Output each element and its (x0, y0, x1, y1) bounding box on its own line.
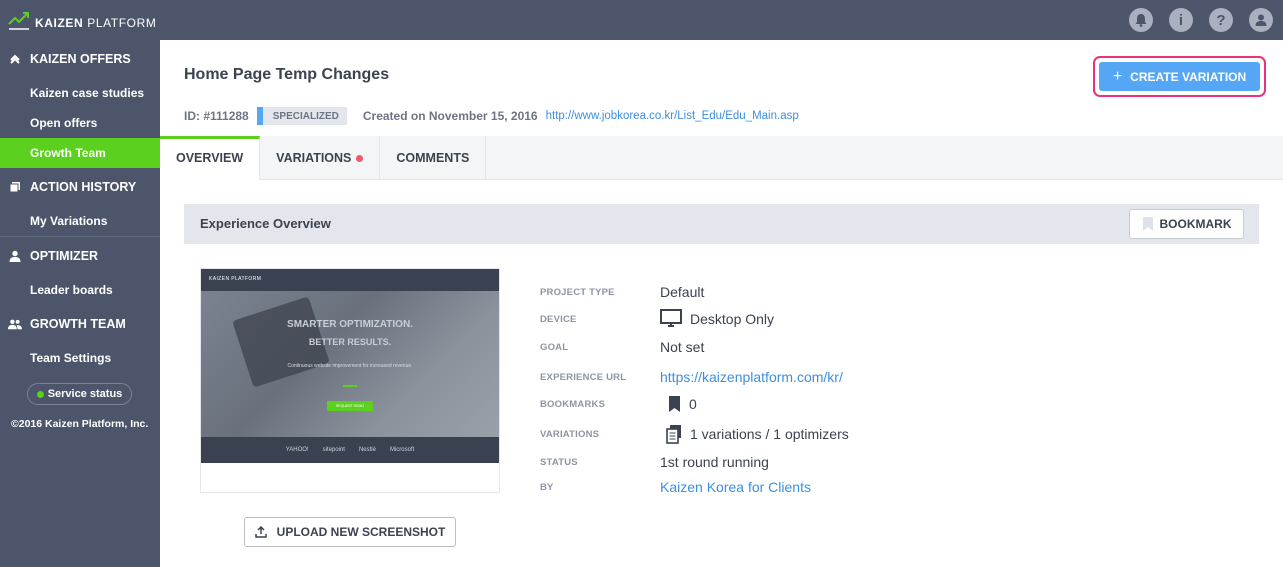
detail-bookmarks: BOOKMARKS 0 (540, 396, 697, 412)
sidebar-section-growth-team[interactable]: GROWTH TEAM (0, 305, 160, 343)
kaizen-icon (8, 53, 22, 65)
copyright-text: ©2016 Kaizen Platform, Inc. (11, 418, 149, 430)
screenshot-subline: Continuous website improvement for incre… (287, 363, 413, 369)
created-date: Created on November 15, 2016 (362, 109, 538, 123)
info-icon[interactable]: i (1169, 8, 1193, 32)
plus-icon: + (1112, 67, 1123, 85)
experience-source-link[interactable]: http://www.jobkorea.co.kr/List_Edu/Edu_M… (546, 110, 799, 122)
sidebar: KAIZEN OFFERS Kaizen case studies Open o… (0, 40, 160, 567)
screenshot-brand: KAIZEN PLATFORM (209, 276, 262, 282)
person-icon (8, 250, 22, 262)
people-icon (8, 318, 22, 330)
status-indicator-dot (36, 390, 44, 398)
detail-by: BY Kaizen Korea for Clients (540, 479, 811, 495)
bookmark-button[interactable]: BOOKMARK (1129, 209, 1244, 239)
help-icon[interactable]: ? (1209, 8, 1233, 32)
bell-icon[interactable] (1129, 8, 1153, 32)
experience-url-link[interactable]: https://kaizenplatform.com/kr/ (660, 369, 843, 385)
specialized-badge: SPECIALIZED (256, 107, 347, 125)
brand-name: KAIZEN PLATFORM (35, 16, 157, 30)
sidebar-item-kaizen-case-studies[interactable]: Kaizen case studies (0, 78, 160, 108)
experience-id: ID: #111288 (184, 109, 249, 123)
screenshot-headline-2: BETTER RESULTS. (308, 337, 392, 347)
experience-meta: ID: #111288 SPECIALIZED Created on Novem… (184, 106, 799, 126)
sidebar-section-kaizen-offers[interactable]: KAIZEN OFFERS (0, 40, 160, 78)
owner-link[interactable]: Kaizen Korea for Clients (660, 479, 811, 495)
screenshot-headline: SMARTER OPTIMIZATION. (287, 319, 413, 330)
detail-goal: GOAL Not set (540, 339, 705, 355)
sidebar-item-team-settings[interactable]: Team Settings (0, 343, 160, 373)
detail-project-type: PROJECT TYPE Default (540, 284, 705, 300)
service-status-button[interactable]: Service status (27, 383, 132, 405)
detail-status: STATUS 1st round running (540, 454, 769, 470)
sidebar-item-growth-team[interactable]: Growth Team (0, 138, 160, 168)
kaizen-logo[interactable]: KAIZEN PLATFORM (8, 12, 156, 30)
screenshot-preview[interactable]: KAIZEN PLATFORM SMARTER OPTIMIZATION. BE… (200, 268, 500, 493)
detail-variations: VARIATIONS 1 variations / 1 optimizers (540, 425, 849, 444)
tab-overview[interactable]: OVERVIEW (160, 136, 261, 180)
sidebar-item-open-offers[interactable]: Open offers (0, 108, 160, 138)
copy-icon (8, 181, 22, 193)
create-variation-button[interactable]: + CREATE VARIATION (1099, 62, 1260, 91)
detail-device: DEVICE Desktop Only (540, 309, 775, 327)
screenshot-image: KAIZEN PLATFORM SMARTER OPTIMIZATION. BE… (201, 269, 499, 463)
section-title: Experience Overview (200, 216, 331, 231)
upload-screenshot-button[interactable]: UPLOAD NEW SCREENSHOT (244, 517, 456, 547)
tab-bar: OVERVIEW VARIATIONS COMMENTS (160, 136, 1283, 180)
bookmark-icon (669, 396, 680, 412)
tab-variations[interactable]: VARIATIONS (260, 136, 381, 180)
trend-up-icon (8, 12, 29, 30)
sidebar-section-action-history[interactable]: ACTION HISTORY (0, 168, 160, 206)
top-bar: KAIZEN PLATFORM i ? (0, 0, 1283, 40)
screenshot-cta: REQUEST DEMO (327, 401, 373, 411)
page-title: Home Page Temp Changes (184, 66, 390, 83)
upload-icon (254, 526, 267, 538)
sidebar-item-my-variations[interactable]: My Variations (0, 206, 160, 236)
sidebar-section-optimizer[interactable]: OPTIMIZER (0, 237, 160, 275)
bookmark-icon (1142, 217, 1153, 231)
monitor-icon (660, 309, 682, 327)
variations-icon (666, 425, 681, 444)
detail-experience-url: EXPERIENCE URL https://kaizenplatform.co… (540, 369, 843, 385)
sidebar-item-leader-boards[interactable]: Leader boards (0, 275, 160, 305)
experience-overview-header: Experience Overview BOOKMARK (184, 204, 1259, 244)
tab-comments[interactable]: COMMENTS (380, 136, 487, 180)
user-icon[interactable] (1249, 8, 1273, 32)
screenshot-logo-strip: YAHOO! sitepoint Nestlé Microsoft (201, 437, 499, 463)
notification-dot (356, 154, 364, 162)
